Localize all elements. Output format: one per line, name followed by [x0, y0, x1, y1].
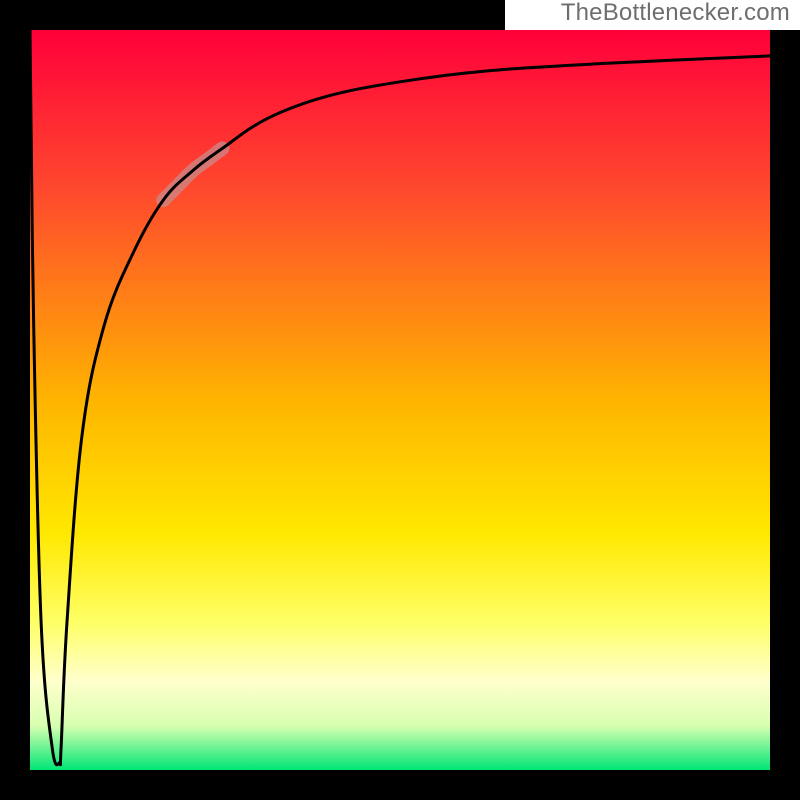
bottleneck-chart: [0, 0, 800, 800]
attribution-label: TheBottlenecker.com: [559, 0, 792, 28]
plot-area: [30, 30, 770, 770]
